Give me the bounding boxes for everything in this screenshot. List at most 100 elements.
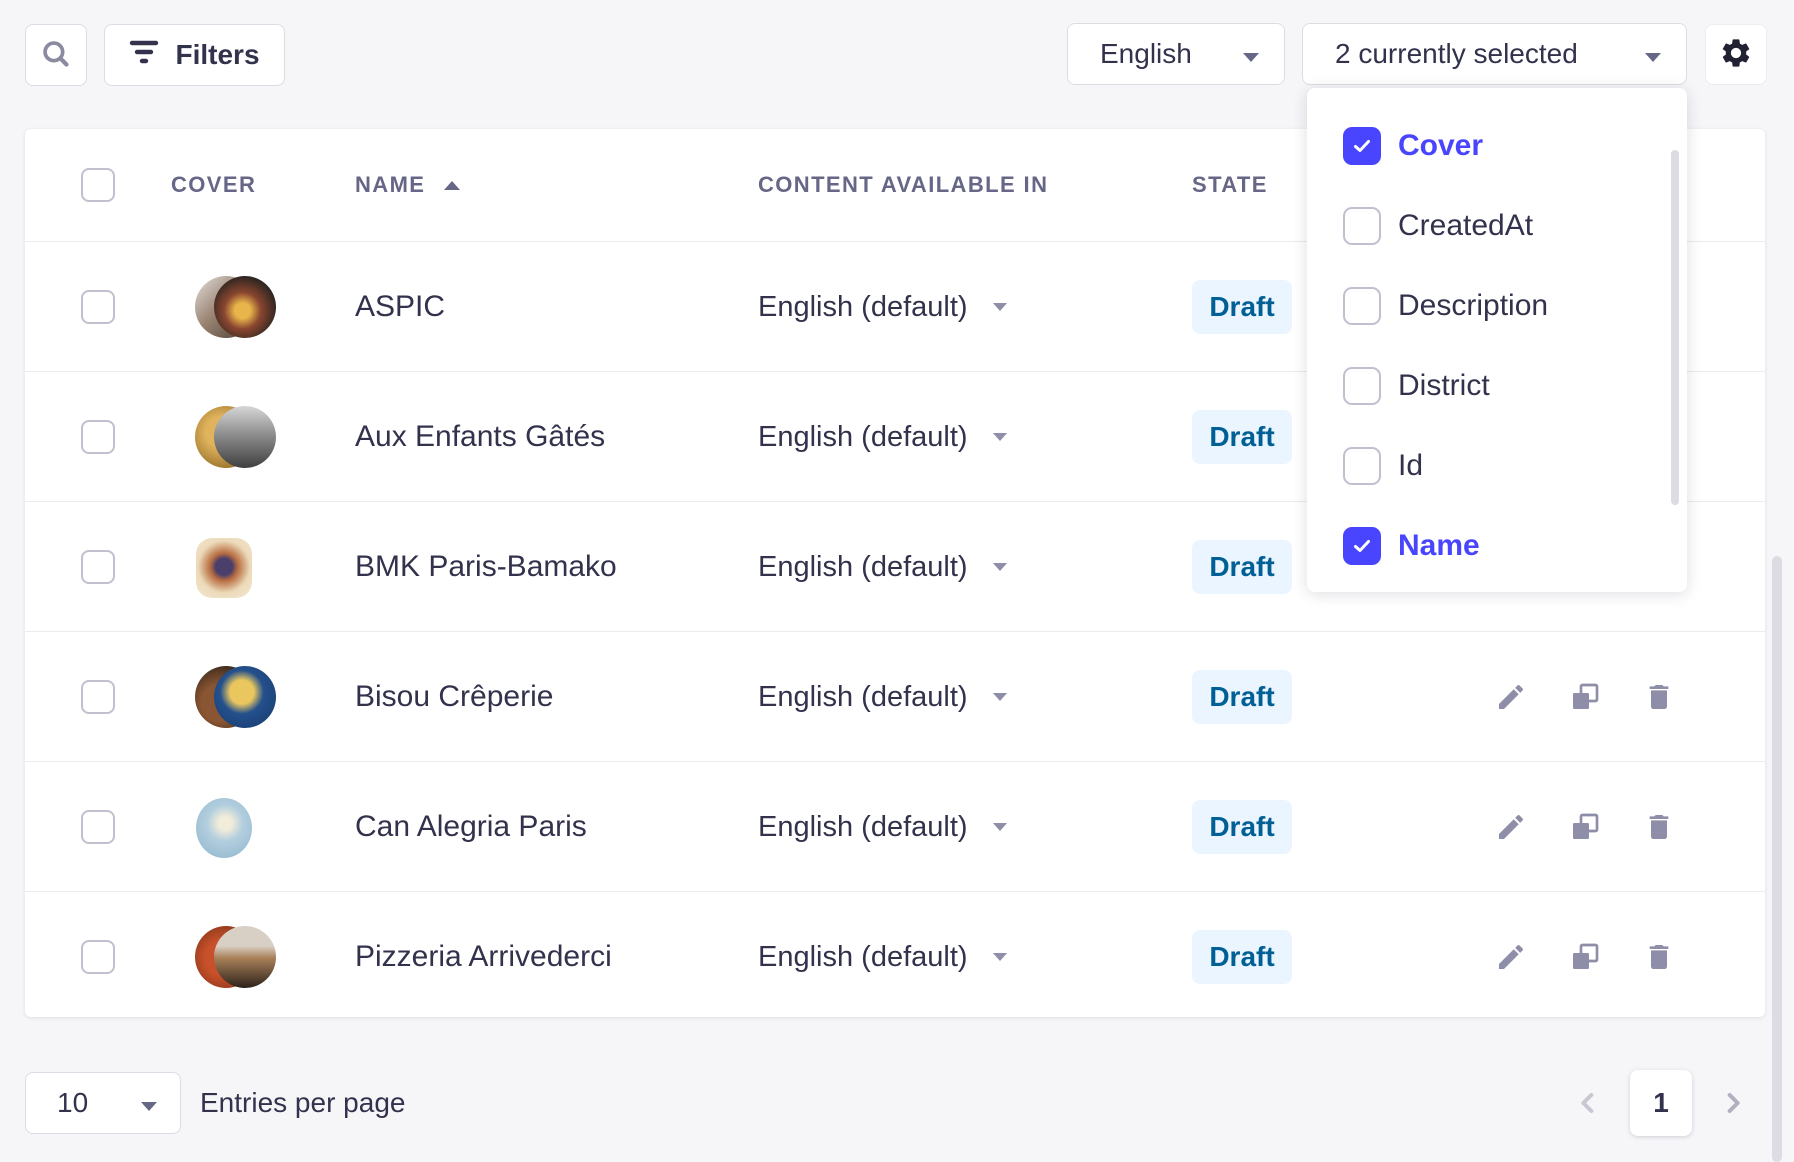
caret-down-icon [992,692,1008,702]
sort-ascending-icon[interactable] [443,129,461,241]
checkbox-checked-icon[interactable] [1343,527,1381,565]
cover-avatar [214,276,276,338]
cover-avatar [214,666,276,728]
settings-button[interactable] [1705,24,1767,85]
search-button[interactable] [25,24,87,86]
caret-down-icon [992,562,1008,572]
dropdown-scrollbar[interactable] [1671,150,1679,505]
checkbox-checked-icon[interactable] [1343,127,1381,165]
column-option-district[interactable]: District [1307,346,1687,426]
trash-icon [1643,681,1675,713]
status-badge: Draft [1192,280,1292,334]
locale-select-value: English [1100,38,1192,70]
edit-button[interactable] [1491,807,1531,847]
column-option-name[interactable]: Name [1307,506,1687,586]
cover-avatar [214,406,276,468]
locale-cell[interactable]: English (default) [758,892,1008,1022]
next-page-button[interactable] [1717,1087,1749,1119]
status-badge: Draft [1192,410,1292,464]
delete-button[interactable] [1639,937,1679,977]
search-icon [39,37,73,74]
duplicate-icon [1569,681,1601,713]
cover-avatar [196,798,252,858]
page-size-value: 10 [57,1087,88,1119]
checkbox-unchecked[interactable] [1343,367,1381,405]
caret-down-icon [1242,38,1260,70]
entry-name: Pizzeria Arrivederci [355,892,612,1022]
content-manager-list-view: Filters English 2 currently selected COV… [0,0,1794,1162]
entry-name: Aux Enfants Gâtés [355,372,605,502]
caret-down-icon [1644,38,1662,70]
duplicate-icon [1569,811,1601,843]
caret-down-icon [992,302,1008,312]
entry-name: Can Alegria Paris [355,762,587,892]
duplicate-button[interactable] [1565,677,1605,717]
row-checkbox[interactable] [81,940,115,974]
chevron-right-icon [1717,1087,1749,1119]
filters-button-label: Filters [175,39,259,71]
locale-cell[interactable]: English (default) [758,242,1008,372]
table-row[interactable]: Pizzeria Arrivederci English (default) D… [25,891,1765,1021]
locale-cell[interactable]: English (default) [758,632,1008,762]
page-scrollbar[interactable] [1772,556,1782,1162]
entry-name: BMK Paris-Bamako [355,502,617,632]
caret-down-icon [992,822,1008,832]
row-actions [1491,762,1679,892]
row-actions [1491,632,1679,762]
status-badge: Draft [1192,540,1292,594]
edit-button[interactable] [1491,937,1531,977]
filter-icon [129,39,159,72]
chevron-left-icon [1572,1087,1604,1119]
column-option-createdat[interactable]: CreatedAt [1307,186,1687,266]
table-row[interactable]: Can Alegria Paris English (default) Draf… [25,761,1765,891]
pencil-icon [1495,941,1527,973]
row-checkbox[interactable] [81,550,115,584]
row-checkbox[interactable] [81,420,115,454]
row-checkbox[interactable] [81,680,115,714]
column-option-id[interactable]: Id [1307,426,1687,506]
column-header-name[interactable]: NAME [355,129,425,241]
caret-down-icon [992,952,1008,962]
previous-page-button[interactable] [1572,1087,1604,1119]
duplicate-button[interactable] [1565,807,1605,847]
checkbox-unchecked[interactable] [1343,207,1381,245]
entry-name: Bisou Crêperie [355,632,553,762]
pencil-icon [1495,811,1527,843]
checkbox-unchecked[interactable] [1343,287,1381,325]
trash-icon [1643,811,1675,843]
duplicate-button[interactable] [1565,937,1605,977]
locale-cell[interactable]: English (default) [758,502,1008,632]
edit-button[interactable] [1491,677,1531,717]
entry-name: ASPIC [355,242,445,372]
caret-down-icon [992,432,1008,442]
pencil-icon [1495,681,1527,713]
delete-button[interactable] [1639,807,1679,847]
row-checkbox[interactable] [81,290,115,324]
select-all-checkbox[interactable] [81,168,115,202]
table-row[interactable]: Bisou Crêperie English (default) Draft [25,631,1765,761]
locale-select[interactable]: English [1067,23,1285,85]
row-checkbox[interactable] [81,810,115,844]
row-actions [1491,892,1679,1022]
caret-down-icon [140,1087,158,1119]
status-badge: Draft [1192,930,1292,984]
filters-button[interactable]: Filters [104,24,285,86]
cover-avatar [196,538,252,598]
trash-icon [1643,941,1675,973]
column-option-description[interactable]: Description [1307,266,1687,346]
duplicate-icon [1569,941,1601,973]
locale-cell[interactable]: English (default) [758,372,1008,502]
status-badge: Draft [1192,670,1292,724]
status-badge: Draft [1192,800,1292,854]
column-settings-value: 2 currently selected [1335,38,1578,70]
column-option-cover[interactable]: Cover [1307,106,1687,186]
checkbox-unchecked[interactable] [1343,447,1381,485]
page-size-select[interactable]: 10 [25,1072,181,1134]
column-settings-select[interactable]: 2 currently selected [1302,23,1687,85]
delete-button[interactable] [1639,677,1679,717]
entries-per-page-label: Entries per page [200,1072,405,1134]
column-header-state: STATE [1192,129,1268,241]
column-header-cover: COVER [171,129,256,241]
page-1-button[interactable]: 1 [1630,1070,1692,1136]
locale-cell[interactable]: English (default) [758,762,1008,892]
